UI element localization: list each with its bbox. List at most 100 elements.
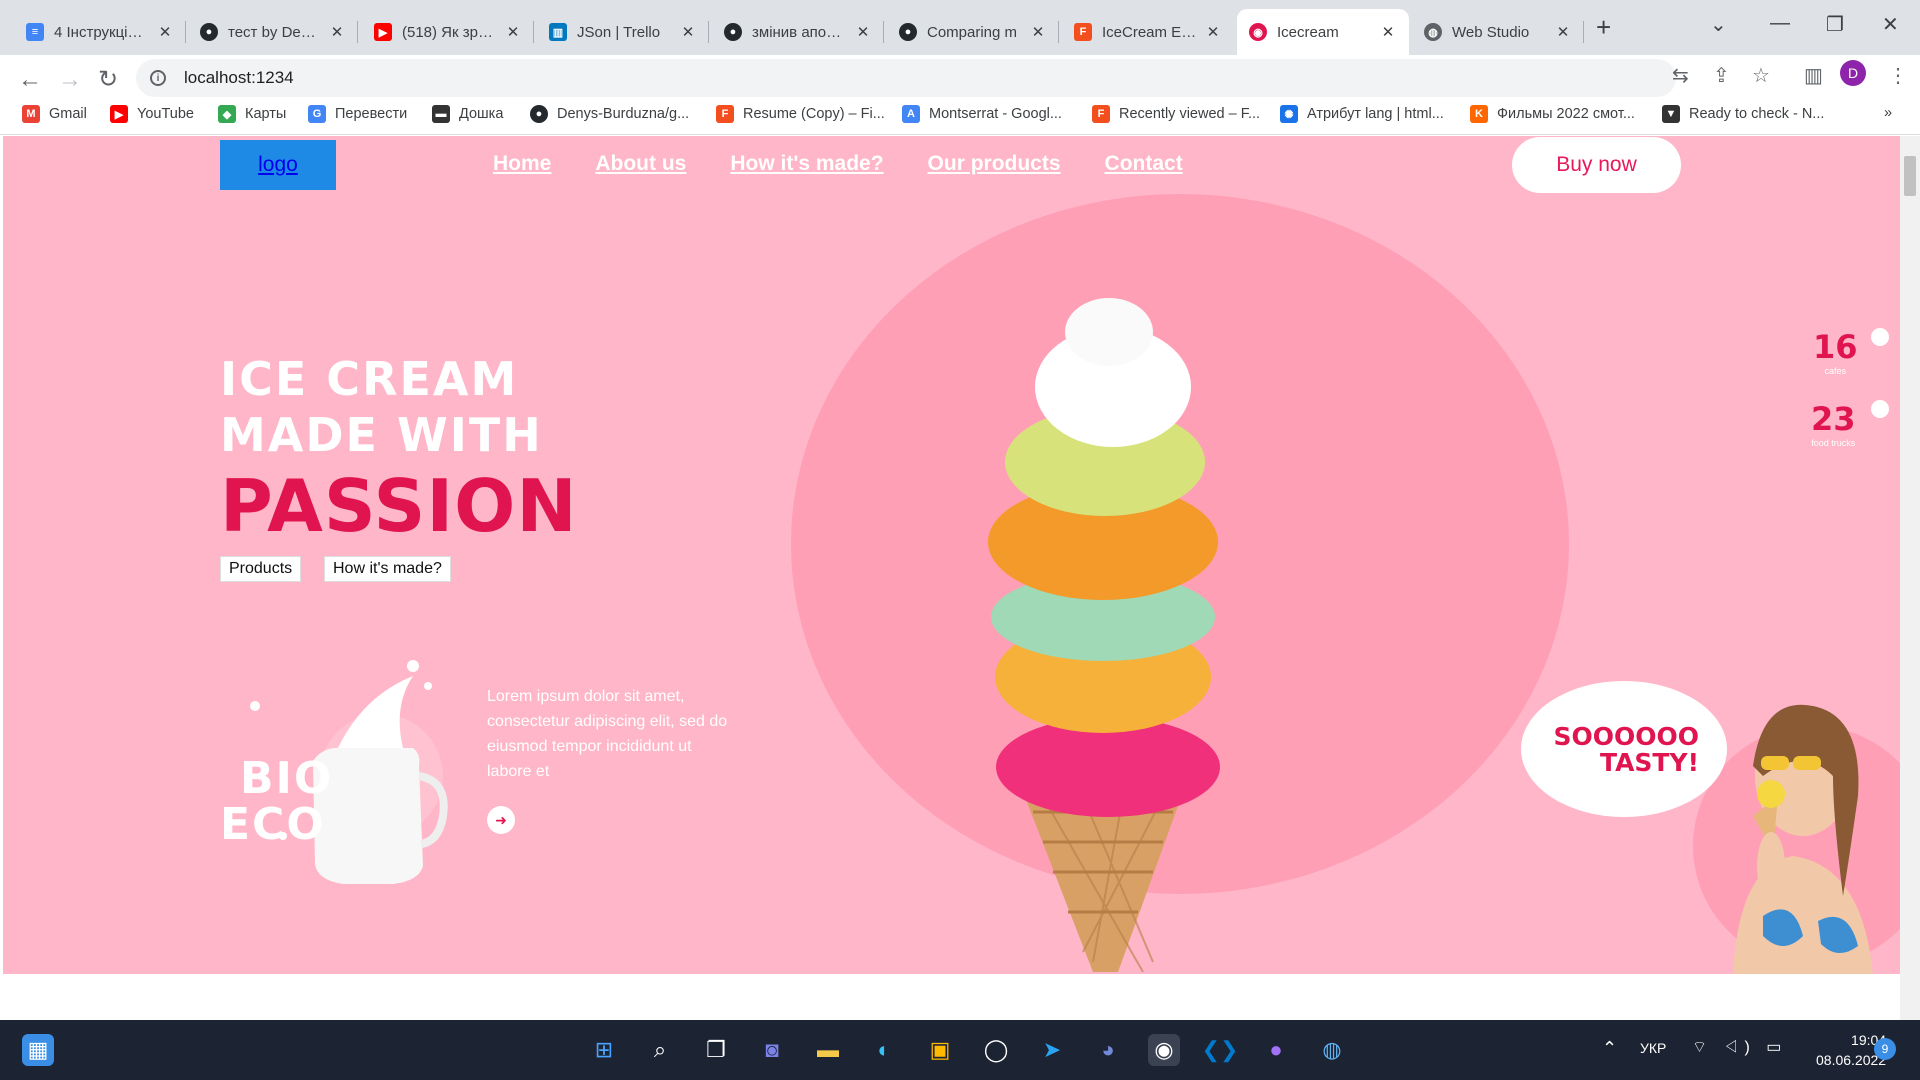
close-window-icon[interactable]: ✕ xyxy=(1882,12,1899,37)
stat-food-trucks: 23 food trucks xyxy=(1811,400,1856,448)
url-text: localhost:1234 xyxy=(184,68,294,87)
side-panel-icon[interactable]: ▥ xyxy=(1804,63,1823,88)
decor-dot xyxy=(1871,328,1889,346)
page-blank-area xyxy=(0,974,1900,1020)
fonts-icon: A xyxy=(902,105,920,123)
nav-how-made[interactable]: How it's made? xyxy=(730,152,883,176)
arrow-right-icon[interactable]: ➜ xyxy=(487,806,515,834)
profile-avatar[interactable]: D xyxy=(1840,60,1866,86)
github-app-icon[interactable]: ● xyxy=(1260,1034,1292,1066)
start-icon[interactable]: ⊞ xyxy=(588,1034,620,1066)
share-icon[interactable]: ⇪ xyxy=(1713,63,1730,88)
buy-now-button[interactable]: Buy now xyxy=(1512,137,1681,193)
maximize-icon[interactable]: ❐ xyxy=(1826,12,1844,37)
nav-products[interactable]: Our products xyxy=(928,152,1061,176)
bookmark-films[interactable]: K Фильмы 2022 смот... xyxy=(1470,105,1635,123)
telegram-icon[interactable]: ➤ xyxy=(1036,1034,1068,1066)
menu-icon[interactable]: ⋮ xyxy=(1888,63,1908,88)
nav-contact[interactable]: Contact xyxy=(1105,152,1183,176)
tab-icecream-active[interactable]: ◉ Icecream ✕ xyxy=(1237,9,1409,55)
new-tab-button[interactable]: + xyxy=(1596,14,1611,40)
close-icon[interactable]: ✕ xyxy=(1379,23,1397,41)
icecream-icon: ◉ xyxy=(1249,23,1267,41)
bookmark-recently-viewed[interactable]: F Recently viewed – F... xyxy=(1092,105,1260,123)
headline-accent: PASSION xyxy=(220,464,578,548)
tab-github-test[interactable]: ● тест by Denys ✕ xyxy=(188,9,358,55)
bookmark-translate[interactable]: G Перевести xyxy=(308,105,407,123)
widgets-icon[interactable]: ▦ xyxy=(22,1034,54,1066)
github-icon: ● xyxy=(200,23,218,41)
nav-about[interactable]: About us xyxy=(595,152,686,176)
file-explorer-icon[interactable]: ▬ xyxy=(812,1034,844,1066)
reload-icon[interactable]: ↻ xyxy=(98,66,118,94)
tab-instruction[interactable]: ≡ 4 Інструкція по ✕ xyxy=(14,9,186,55)
close-icon[interactable]: ✕ xyxy=(156,23,174,41)
tab-search-icon[interactable]: ⌄ xyxy=(1710,12,1727,37)
store-icon[interactable]: ▣ xyxy=(924,1034,956,1066)
tab-bar: ≡ 4 Інструкція по ✕ ● тест by Denys ✕ ▶ … xyxy=(0,0,1920,55)
maps-icon: ◆ xyxy=(218,105,236,123)
discord-icon[interactable]: ◕ xyxy=(1092,1034,1124,1066)
how-made-button[interactable]: How it's made? xyxy=(324,556,451,582)
close-icon[interactable]: ✕ xyxy=(1204,23,1222,41)
back-icon[interactable]: ← xyxy=(18,66,42,94)
search-icon[interactable]: ⌕ xyxy=(644,1034,676,1066)
stat-cafes-number: 16 xyxy=(1813,328,1858,366)
vscode-icon[interactable]: ❮❯ xyxy=(1202,1034,1239,1066)
more-bookmarks-icon[interactable]: » xyxy=(1884,105,1892,121)
github-desktop-icon[interactable]: ◯ xyxy=(980,1034,1012,1066)
language-indicator[interactable]: УКР xyxy=(1640,1040,1666,1056)
stat-cafes-label: cafes xyxy=(1824,366,1847,376)
globe-app-icon[interactable]: ◍ xyxy=(1316,1034,1348,1066)
tab-github-compare[interactable]: ● Comparing m ✕ xyxy=(887,9,1059,55)
system-tray-icons[interactable]: ⌔ ◁) ▭ xyxy=(1692,1037,1787,1057)
address-bar[interactable]: i localhost:1234 xyxy=(136,59,1676,97)
minimize-icon[interactable]: — xyxy=(1770,12,1790,35)
bookmark-gmail[interactable]: M Gmail xyxy=(22,105,87,123)
chevron-up-icon[interactable]: ⌃ xyxy=(1602,1038,1617,1059)
bookmark-lang[interactable]: ✺ Атрибут lang | html... xyxy=(1280,105,1444,123)
bookmark-maps[interactable]: ◆ Карты xyxy=(218,105,286,123)
page-scrollbar[interactable] xyxy=(1900,136,1920,1020)
chrome-icon[interactable]: ◉ xyxy=(1148,1034,1180,1066)
tab-github-commit[interactable]: ● змінив апостро ✕ xyxy=(712,9,884,55)
task-view-icon[interactable]: ❐ xyxy=(700,1034,732,1066)
forward-icon[interactable]: → xyxy=(58,66,82,94)
bookmark-resume[interactable]: F Resume (Copy) – Fi... xyxy=(716,105,885,123)
close-icon[interactable]: ✕ xyxy=(504,23,522,41)
close-icon[interactable]: ✕ xyxy=(1029,23,1047,41)
globe-icon: ◍ xyxy=(1424,23,1442,41)
bookmark-youtube[interactable]: ▶ YouTube xyxy=(110,105,194,123)
logo-link[interactable]: logo xyxy=(220,140,336,190)
close-icon[interactable]: ✕ xyxy=(854,23,872,41)
bookmark-github[interactable]: ● Denys-Burduzna/g... xyxy=(530,105,689,123)
bio-eco-label: BIO ECO xyxy=(220,756,333,848)
close-icon[interactable]: ✕ xyxy=(1554,23,1572,41)
bookmark-board[interactable]: ▬ Дошка xyxy=(432,105,503,123)
tab-trello[interactable]: ▥ JSon | Trello ✕ xyxy=(537,9,709,55)
board-icon: ▬ xyxy=(432,105,450,123)
close-icon[interactable]: ✕ xyxy=(679,23,697,41)
edge-icon[interactable]: ◐ xyxy=(868,1034,900,1066)
kino-icon: K xyxy=(1470,105,1488,123)
figma-icon: F xyxy=(716,105,734,123)
nav-home[interactable]: Home xyxy=(493,152,551,176)
trello-icon: ▥ xyxy=(549,23,567,41)
github-icon: ● xyxy=(724,23,742,41)
products-button[interactable]: Products xyxy=(220,556,302,582)
bookmark-montserrat[interactable]: A Montserrat - Googl... xyxy=(902,105,1062,123)
tab-youtube[interactable]: ▶ (518) Як зробити ✕ xyxy=(362,9,534,55)
decor-dot xyxy=(1871,400,1889,418)
star-icon[interactable]: ☆ xyxy=(1752,63,1770,88)
close-icon[interactable]: ✕ xyxy=(328,23,346,41)
tab-web-studio[interactable]: ◍ Web Studio ✕ xyxy=(1412,9,1584,55)
site-info-icon[interactable]: i xyxy=(150,70,166,86)
hero-headline: ICE CREAM MADE WITH xyxy=(220,351,543,463)
translate-icon[interactable]: ⇆ xyxy=(1672,63,1689,88)
teams-icon[interactable]: ◙ xyxy=(756,1034,788,1066)
notification-badge[interactable]: 9 xyxy=(1874,1038,1896,1060)
tab-figma[interactable]: F IceCream En ( ✕ xyxy=(1062,9,1234,55)
bookmark-ready[interactable]: ▼ Ready to check - N... xyxy=(1662,105,1824,123)
bubble-line-1: SOOOOOO xyxy=(1553,722,1699,751)
scrollbar-thumb[interactable] xyxy=(1904,156,1916,196)
